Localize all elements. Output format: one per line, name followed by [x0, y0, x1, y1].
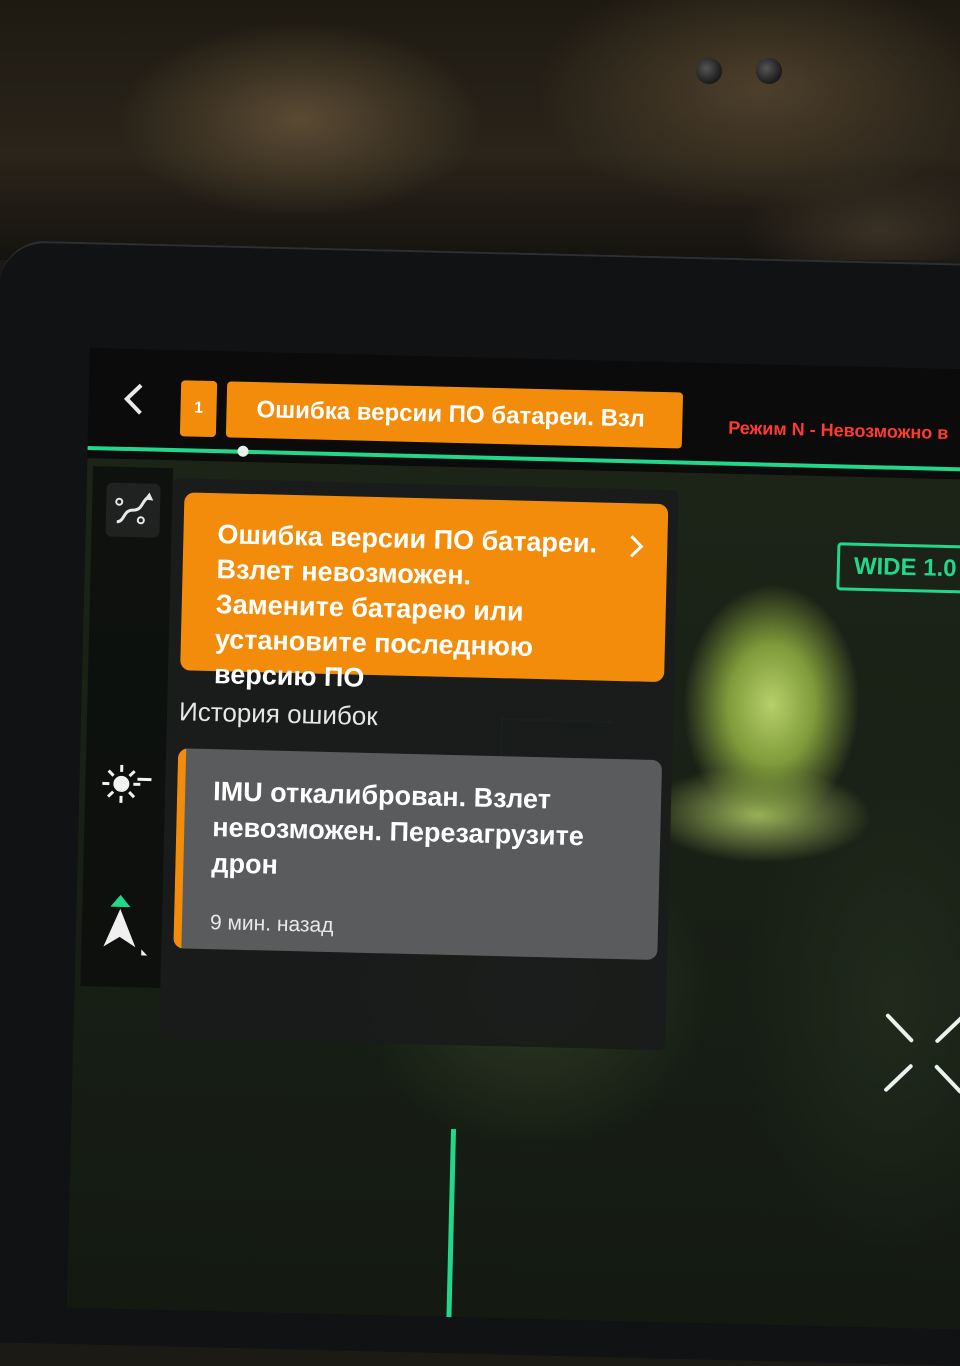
jacket-button	[756, 58, 782, 84]
navigation-button[interactable]	[95, 896, 150, 951]
alert-banner[interactable]: Ошибка версии ПО батареи. Взл	[226, 381, 683, 448]
error-history-title: История ошибок	[179, 696, 378, 732]
errors-panel: Ошибка версии ПО батареи. Взлет невозмож…	[159, 478, 679, 1050]
status-line-dot	[237, 446, 248, 457]
chevron-left-icon	[114, 379, 155, 420]
controller-screen: 1 Ошибка версии ПО батареи. Взл Режим N …	[67, 348, 960, 1330]
mode-warning-text: Режим N - Невозможно в	[728, 418, 960, 446]
camera-zoom-button[interactable]: WIDE 1.0	[836, 542, 960, 593]
chevron-right-icon	[627, 533, 646, 566]
navigation-arrow-icon	[95, 888, 151, 959]
exposure-button[interactable]	[99, 756, 154, 811]
history-item-time: 9 мин. назад	[210, 911, 334, 938]
current-error-text: Ошибка версии ПО батареи. Взлет невозмож…	[214, 517, 608, 701]
crosshair-icon	[878, 1008, 960, 1100]
route-icon	[111, 488, 156, 533]
framing-corner	[446, 1129, 636, 1328]
current-error-card[interactable]: Ошибка версии ПО батареи. Взлет невозмож…	[180, 492, 668, 682]
photo-background	[0, 0, 960, 260]
back-button[interactable]	[114, 379, 155, 420]
left-toolbar	[80, 466, 173, 988]
top-bar: 1 Ошибка версии ПО батареи. Взл Режим N …	[87, 348, 960, 480]
error-history-item[interactable]: IMU откалиброван. Взлет невозможен. Пере…	[173, 748, 662, 960]
exposure-sun-icon	[99, 756, 154, 811]
history-item-accent	[173, 748, 186, 948]
history-item-text: IMU откалиброван. Взлет невозможен. Пере…	[211, 773, 634, 891]
alert-count-badge[interactable]: 1	[180, 380, 217, 437]
route-button[interactable]	[105, 482, 160, 537]
jacket-button	[696, 58, 722, 84]
